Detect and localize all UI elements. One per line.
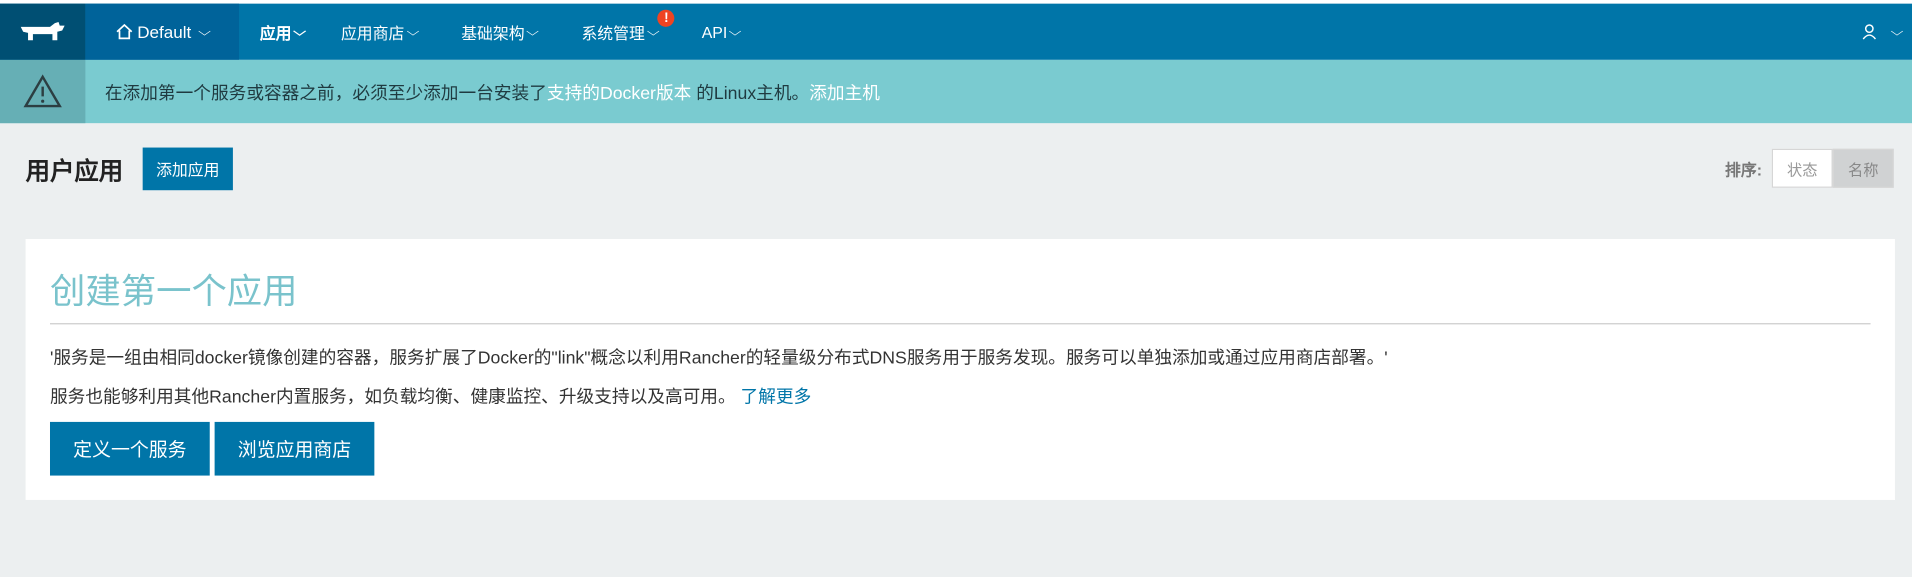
alert-badge: !	[657, 9, 675, 27]
nav-item-label: 应用商店	[340, 23, 405, 43]
empty-state-card: 创建第一个应用 '服务是一组由相同docker镜像创建的容器，服务扩展了Dock…	[25, 239, 1895, 500]
sort-by-name-button[interactable]: 名称	[1832, 148, 1894, 188]
page-title: 用户应用	[25, 157, 124, 185]
user-icon	[1863, 24, 1877, 40]
nav-item-label: API	[701, 22, 728, 41]
environment-label: Default	[137, 21, 192, 42]
description-text: 服务也能够利用其他Rancher内置服务，如负载均衡、健康监控、升级支持以及高可…	[49, 387, 736, 408]
add-host-link[interactable]: 添加主机	[809, 84, 880, 104]
chevron-down-icon: ⌵	[1891, 24, 1905, 39]
warning-icon	[23, 74, 62, 108]
chevron-down-icon: ⌵	[646, 24, 660, 39]
warning-text: 在添加第一个服务或容器之前，必须至少添加一台安装了支持的Docker版本 的Li…	[85, 79, 880, 105]
chevron-down-icon: ⌵	[197, 24, 211, 39]
warning-text-part: 的Linux主机。	[691, 83, 810, 104]
environment-selector[interactable]: Default ⌵	[85, 3, 240, 60]
nav-item-label: 应用	[259, 23, 292, 43]
nav-item-apps[interactable]: 应用 ⌵	[259, 20, 307, 43]
supported-docker-link[interactable]: 支持的Docker版本	[547, 84, 691, 104]
warning-icon-box	[0, 59, 86, 124]
chevron-down-icon: ⌵	[293, 24, 307, 39]
chevron-down-icon: ⌵	[526, 24, 540, 39]
warning-text-part: 在添加第一个服务或容器之前，必须至少添加一台安装了	[104, 83, 547, 104]
chevron-down-icon: ⌵	[406, 24, 420, 39]
user-menu[interactable]: ⌵	[1861, 4, 1905, 60]
card-title: 创建第一个应用	[49, 273, 298, 313]
add-app-button[interactable]: 添加应用	[142, 146, 233, 190]
nav-item-api[interactable]: API ⌵	[701, 22, 743, 41]
nav-item-label: 系统管理	[581, 23, 645, 43]
nav-item-catalog[interactable]: 应用商店 ⌵	[340, 20, 420, 43]
top-nav: Default ⌵ 应用 ⌵ 应用商店 ⌵ 基础架构 ⌵ 系统管理 ⌵ ! AP…	[0, 3, 1912, 60]
nav-item-label: 基础架构	[461, 23, 525, 43]
learn-more-link[interactable]: 了解更多	[741, 388, 812, 408]
page-header: 用户应用 添加应用 排序: 状态 名称	[0, 123, 1912, 213]
warning-banner: 在添加第一个服务或容器之前，必须至少添加一台安装了支持的Docker版本 的Li…	[0, 59, 1912, 124]
rancher-cow-icon	[20, 21, 65, 41]
sort-control: 排序: 状态 名称	[1725, 148, 1894, 188]
chevron-down-icon: ⌵	[729, 24, 743, 39]
browse-catalog-button[interactable]: 浏览应用商店	[214, 421, 375, 476]
divider	[49, 323, 1871, 325]
sort-by-state-button[interactable]: 状态	[1771, 148, 1833, 188]
nav-item-admin[interactable]: 系统管理 ⌵ !	[581, 9, 675, 43]
description-line-2: 服务也能够利用其他Rancher内置服务，如负载均衡、健康监控、升级支持以及高可…	[50, 383, 811, 409]
home-icon	[115, 23, 132, 40]
define-service-button[interactable]: 定义一个服务	[49, 421, 210, 476]
sort-label: 排序:	[1725, 160, 1763, 179]
description-line-1: '服务是一组由相同docker镜像创建的容器，服务扩展了Docker的"link…	[49, 348, 1388, 369]
nav-item-infrastructure[interactable]: 基础架构 ⌵	[461, 20, 540, 43]
rancher-logo[interactable]	[0, 3, 86, 60]
